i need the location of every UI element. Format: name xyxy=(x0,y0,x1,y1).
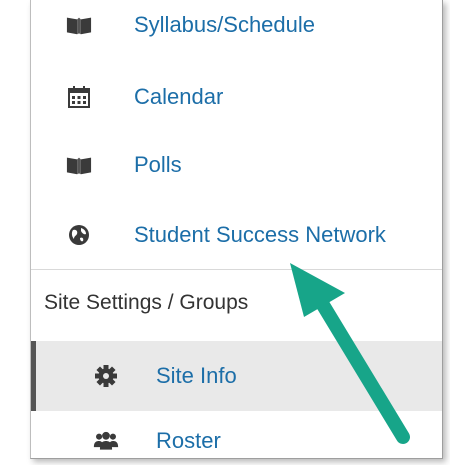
annotation-arrow xyxy=(290,263,410,444)
